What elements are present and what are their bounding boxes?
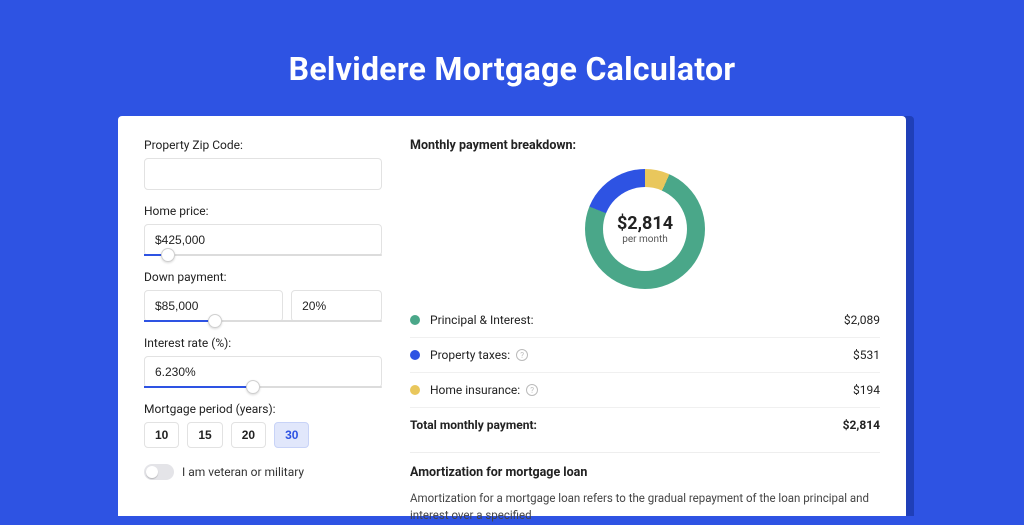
home-price-slider[interactable] xyxy=(144,254,382,256)
amortization-text: Amortization for a mortgage loan refers … xyxy=(410,490,880,525)
breakdown-title: Monthly payment breakdown: xyxy=(410,138,880,153)
down-payment-slider[interactable] xyxy=(144,320,382,322)
row-value: $531 xyxy=(853,348,880,362)
period-option-10[interactable]: 10 xyxy=(144,422,179,448)
donut-chart: $2,814 per month xyxy=(585,169,705,289)
info-icon[interactable]: ? xyxy=(526,384,538,396)
breakdown-panel: Monthly payment breakdown: $2,814 per mo… xyxy=(410,138,880,516)
row-label: Principal & Interest: xyxy=(430,313,844,327)
period-options: 10 15 20 30 xyxy=(144,422,382,448)
interest-slider-thumb[interactable] xyxy=(246,380,260,394)
home-price-label: Home price: xyxy=(144,204,382,218)
period-option-20[interactable]: 20 xyxy=(231,422,266,448)
row-value: $2,089 xyxy=(844,313,880,327)
donut-chart-wrap: $2,814 per month xyxy=(410,165,880,303)
row-label-text: Property taxes: xyxy=(430,348,510,362)
veteran-label: I am veteran or military xyxy=(182,465,304,479)
interest-input[interactable] xyxy=(144,356,382,388)
donut-center: $2,814 per month xyxy=(603,187,687,271)
interest-field: Interest rate (%): xyxy=(144,336,382,388)
veteran-toggle[interactable] xyxy=(144,464,174,480)
home-price-input[interactable] xyxy=(144,224,382,256)
zip-label: Property Zip Code: xyxy=(144,138,382,152)
period-label: Mortgage period (years): xyxy=(144,402,382,416)
row-label: Home insurance: ? xyxy=(430,383,853,397)
page-title: Belvidere Mortgage Calculator xyxy=(0,0,1024,116)
home-price-field: Home price: xyxy=(144,204,382,256)
donut-sub: per month xyxy=(622,234,668,245)
total-value: $2,814 xyxy=(843,418,880,432)
dot-icon xyxy=(410,350,420,360)
down-payment-pct-input[interactable] xyxy=(291,290,382,322)
down-payment-label: Down payment: xyxy=(144,270,382,284)
row-label-text: Home insurance: xyxy=(430,383,520,397)
interest-slider-fill xyxy=(144,386,253,388)
down-payment-slider-fill xyxy=(144,320,215,322)
row-label: Property taxes: ? xyxy=(430,348,853,362)
info-icon[interactable]: ? xyxy=(516,349,528,361)
down-payment-slider-thumb[interactable] xyxy=(208,314,222,328)
row-total: Total monthly payment: $2,814 xyxy=(410,408,880,448)
interest-slider[interactable] xyxy=(144,386,382,388)
home-price-slider-thumb[interactable] xyxy=(161,248,175,262)
dot-icon xyxy=(410,385,420,395)
period-option-15[interactable]: 15 xyxy=(187,422,222,448)
down-payment-field: Down payment: xyxy=(144,270,382,322)
row-insurance: Home insurance: ? $194 xyxy=(410,373,880,408)
veteran-row: I am veteran or military xyxy=(144,464,382,480)
dot-icon xyxy=(410,315,420,325)
period-field: Mortgage period (years): 10 15 20 30 xyxy=(144,402,382,448)
input-panel: Property Zip Code: Home price: Down paym… xyxy=(144,138,382,516)
amortization-title: Amortization for mortgage loan xyxy=(410,452,880,480)
row-value: $194 xyxy=(853,383,880,397)
zip-field: Property Zip Code: xyxy=(144,138,382,190)
row-taxes: Property taxes: ? $531 xyxy=(410,338,880,373)
row-label-text: Principal & Interest: xyxy=(430,313,534,327)
total-label: Total monthly payment: xyxy=(410,418,537,432)
period-option-30[interactable]: 30 xyxy=(274,422,309,448)
calculator-card: Property Zip Code: Home price: Down paym… xyxy=(118,116,906,516)
interest-label: Interest rate (%): xyxy=(144,336,382,350)
row-principal: Principal & Interest: $2,089 xyxy=(410,303,880,338)
zip-input[interactable] xyxy=(144,158,382,190)
donut-amount: $2,814 xyxy=(617,213,673,234)
